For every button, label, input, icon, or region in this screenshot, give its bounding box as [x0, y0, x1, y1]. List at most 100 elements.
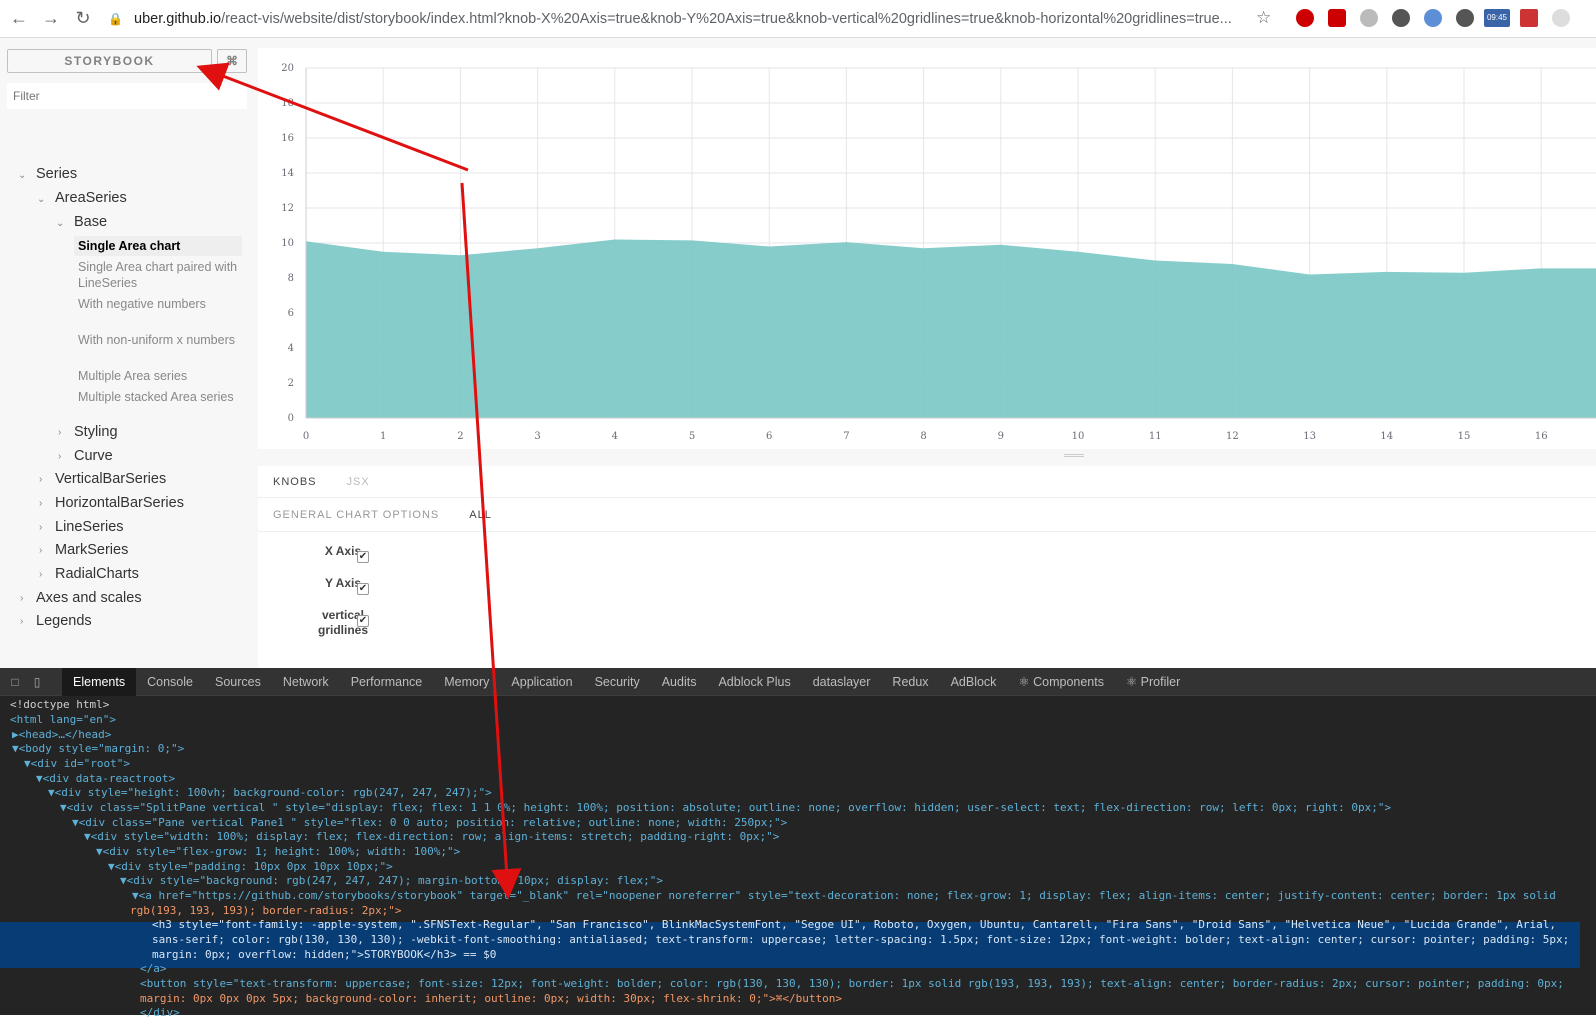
- tree-item-horizontalbarseries[interactable]: › HorizontalBarSeries: [38, 495, 184, 511]
- vertical-gridlines-checkbox[interactable]: ✔: [357, 615, 369, 627]
- blue-extension-icon[interactable]: [1424, 9, 1442, 27]
- tab-console[interactable]: Console: [136, 668, 204, 696]
- y-tick-label: 12: [281, 203, 294, 214]
- dom-line[interactable]: rgb(193, 193, 193); border-radius: 2px;"…: [130, 904, 402, 919]
- back-icon[interactable]: ←: [4, 4, 34, 34]
- address-bar[interactable]: 🔒 uber.github.io/react-vis/website/dist/…: [108, 5, 1268, 33]
- story-negative-numbers[interactable]: With negative numbers: [74, 294, 242, 314]
- group-all[interactable]: ALL: [469, 509, 492, 521]
- forward-icon[interactable]: →: [36, 4, 66, 34]
- story-non-uniform-x[interactable]: With non-uniform x numbers: [74, 330, 242, 350]
- tree-item-styling[interactable]: › Styling: [57, 424, 118, 440]
- dom-line[interactable]: <button style="text-transform: uppercase…: [140, 977, 1564, 992]
- chevron-down-icon: ⌄: [56, 218, 65, 229]
- dom-line-selected[interactable]: margin: 0px; overflow: hidden;">STORYBOO…: [152, 948, 496, 963]
- shortcut-button[interactable]: ⌘: [217, 49, 247, 73]
- dom-line[interactable]: ▼<div style="width: 100%; display: flex;…: [84, 830, 779, 845]
- tree-item-areaseries[interactable]: ⌄ AreaSeries: [37, 190, 127, 206]
- y-axis-checkbox[interactable]: ✔: [357, 583, 369, 595]
- x-tick-label: 11: [1149, 431, 1162, 442]
- x-tick-label: 5: [689, 431, 695, 442]
- dom-line[interactable]: ▶<head>…</head>: [12, 728, 111, 743]
- dom-line[interactable]: ▼<div style="flex-grow: 1; height: 100%;…: [96, 845, 460, 860]
- tab-audits[interactable]: Audits: [651, 668, 708, 696]
- tab-network[interactable]: Network: [272, 668, 340, 696]
- tab-adblock-plus[interactable]: Adblock Plus: [707, 668, 801, 696]
- tab-sources[interactable]: Sources: [204, 668, 272, 696]
- dom-line[interactable]: ▼<body style="margin: 0;">: [12, 742, 184, 757]
- adblock-plus-icon[interactable]: [1328, 9, 1346, 27]
- bird-extension-icon[interactable]: [1456, 9, 1474, 27]
- filter-input[interactable]: [7, 83, 247, 109]
- dom-line[interactable]: </a>: [140, 962, 167, 977]
- x-axis-checkbox[interactable]: ✔: [357, 551, 369, 563]
- dom-line[interactable]: ▼<div style="height: 100vh; background-c…: [48, 786, 492, 801]
- tab-components[interactable]: ⚛ Components: [1007, 668, 1115, 696]
- tab-knobs[interactable]: KNOBS: [273, 476, 317, 488]
- ublock-icon[interactable]: [1296, 9, 1314, 27]
- tab-memory[interactable]: Memory: [433, 668, 500, 696]
- tree-item-lineseries[interactable]: › LineSeries: [38, 519, 124, 535]
- devtools-tabbar: □ ▯ Elements Console Sources Network Per…: [0, 667, 1596, 696]
- dom-line[interactable]: ▼<div style="background: rgb(247, 247, 2…: [120, 874, 663, 889]
- clock-extension-icon[interactable]: 09:45: [1484, 9, 1510, 27]
- tree-item-series[interactable]: ⌄ Series: [18, 166, 77, 182]
- tab-redux[interactable]: Redux: [881, 668, 939, 696]
- tab-security[interactable]: Security: [584, 668, 651, 696]
- tab-adblock[interactable]: AdBlock: [940, 668, 1008, 696]
- tree-item-axes-and-scales[interactable]: › Axes and scales: [19, 590, 142, 606]
- tree-item-legends[interactable]: › Legends: [19, 613, 92, 629]
- device-toolbar-icon[interactable]: ▯: [26, 668, 48, 696]
- story-single-area-with-line[interactable]: Single Area chart paired with LineSeries: [74, 257, 242, 293]
- tab-performance[interactable]: Performance: [340, 668, 434, 696]
- dom-line[interactable]: ▼<a href="https://github.com/storybooks/…: [132, 889, 1556, 904]
- tree-item-radialcharts[interactable]: › RadialCharts: [38, 566, 139, 582]
- dom-line[interactable]: ▼<div class="SplitPane vertical " style=…: [60, 801, 1391, 816]
- y-tick-label: 2: [288, 378, 294, 389]
- dom-line[interactable]: <html lang="en">: [10, 713, 116, 728]
- dom-line[interactable]: </div>: [140, 1006, 180, 1021]
- chevron-right-icon: ›: [58, 427, 62, 438]
- storybook-logo-link[interactable]: STORYBOOK: [7, 49, 212, 73]
- story-multiple-area[interactable]: Multiple Area series: [74, 366, 242, 386]
- x-tick-label: 10: [1072, 431, 1085, 442]
- tree-item-markseries[interactable]: › MarkSeries: [38, 542, 128, 558]
- dom-line-selected[interactable]: sans-serif; color: rgb(130, 130, 130); -…: [152, 933, 1569, 948]
- dom-line[interactable]: ▼<div style="padding: 10px 0px 10px 10px…: [108, 860, 393, 875]
- paw-extension-icon[interactable]: [1360, 9, 1378, 27]
- bookmark-star-icon[interactable]: ☆: [1256, 8, 1271, 28]
- tab-jsx[interactable]: JSX: [347, 476, 370, 488]
- x-tick-label: 8: [920, 431, 926, 442]
- chevron-right-icon: ›: [39, 522, 43, 533]
- tree-item-verticalbarseries[interactable]: › VerticalBarSeries: [38, 471, 166, 487]
- knob-groups: GENERAL CHART OPTIONS ALL: [258, 498, 1596, 532]
- dom-line-selected[interactable]: <h3 style="font-family: -apple-system, "…: [152, 918, 1556, 933]
- reload-icon[interactable]: ↻: [68, 4, 98, 34]
- tab-elements[interactable]: Elements: [62, 667, 137, 696]
- story-single-area-chart[interactable]: Single Area chart: [74, 236, 242, 256]
- gear-extension-icon[interactable]: [1392, 9, 1410, 27]
- split-drag-handle[interactable]: [1064, 454, 1084, 457]
- y-tick-label: 4: [288, 343, 294, 354]
- react-extension-icon[interactable]: [1552, 9, 1570, 27]
- tab-profiler[interactable]: ⚛ Profiler: [1115, 668, 1191, 696]
- inspect-element-icon[interactable]: □: [4, 668, 26, 696]
- dom-line[interactable]: ▼<div id="root">: [24, 757, 130, 772]
- story-multiple-stacked-area[interactable]: Multiple stacked Area series: [74, 387, 242, 407]
- chevron-down-icon: ⌄: [37, 194, 46, 205]
- dom-line[interactable]: ▼<div data-reactroot>: [36, 772, 175, 787]
- tree-item-curve[interactable]: › Curve: [57, 448, 113, 464]
- dom-line[interactable]: <!doctype html>: [10, 698, 109, 713]
- x-tick-label: 7: [843, 431, 849, 442]
- y-tick-label: 10: [281, 238, 294, 249]
- tab-dataslayer[interactable]: dataslayer: [802, 668, 882, 696]
- tree-item-base[interactable]: ⌄ Base: [56, 214, 107, 230]
- red-extension-icon[interactable]: [1520, 9, 1538, 27]
- dom-line[interactable]: ▼<div class="Pane vertical Pane1 " style…: [72, 816, 787, 831]
- chevron-down-icon: ⌄: [18, 170, 27, 181]
- devtools-panel: □ ▯ Elements Console Sources Network Per…: [0, 667, 1596, 1019]
- group-general-chart-options[interactable]: GENERAL CHART OPTIONS: [273, 509, 439, 521]
- y-tick-label: 6: [288, 308, 294, 319]
- tab-application[interactable]: Application: [500, 668, 583, 696]
- dom-line[interactable]: margin: 0px 0px 0px 5px; background-colo…: [140, 992, 842, 1007]
